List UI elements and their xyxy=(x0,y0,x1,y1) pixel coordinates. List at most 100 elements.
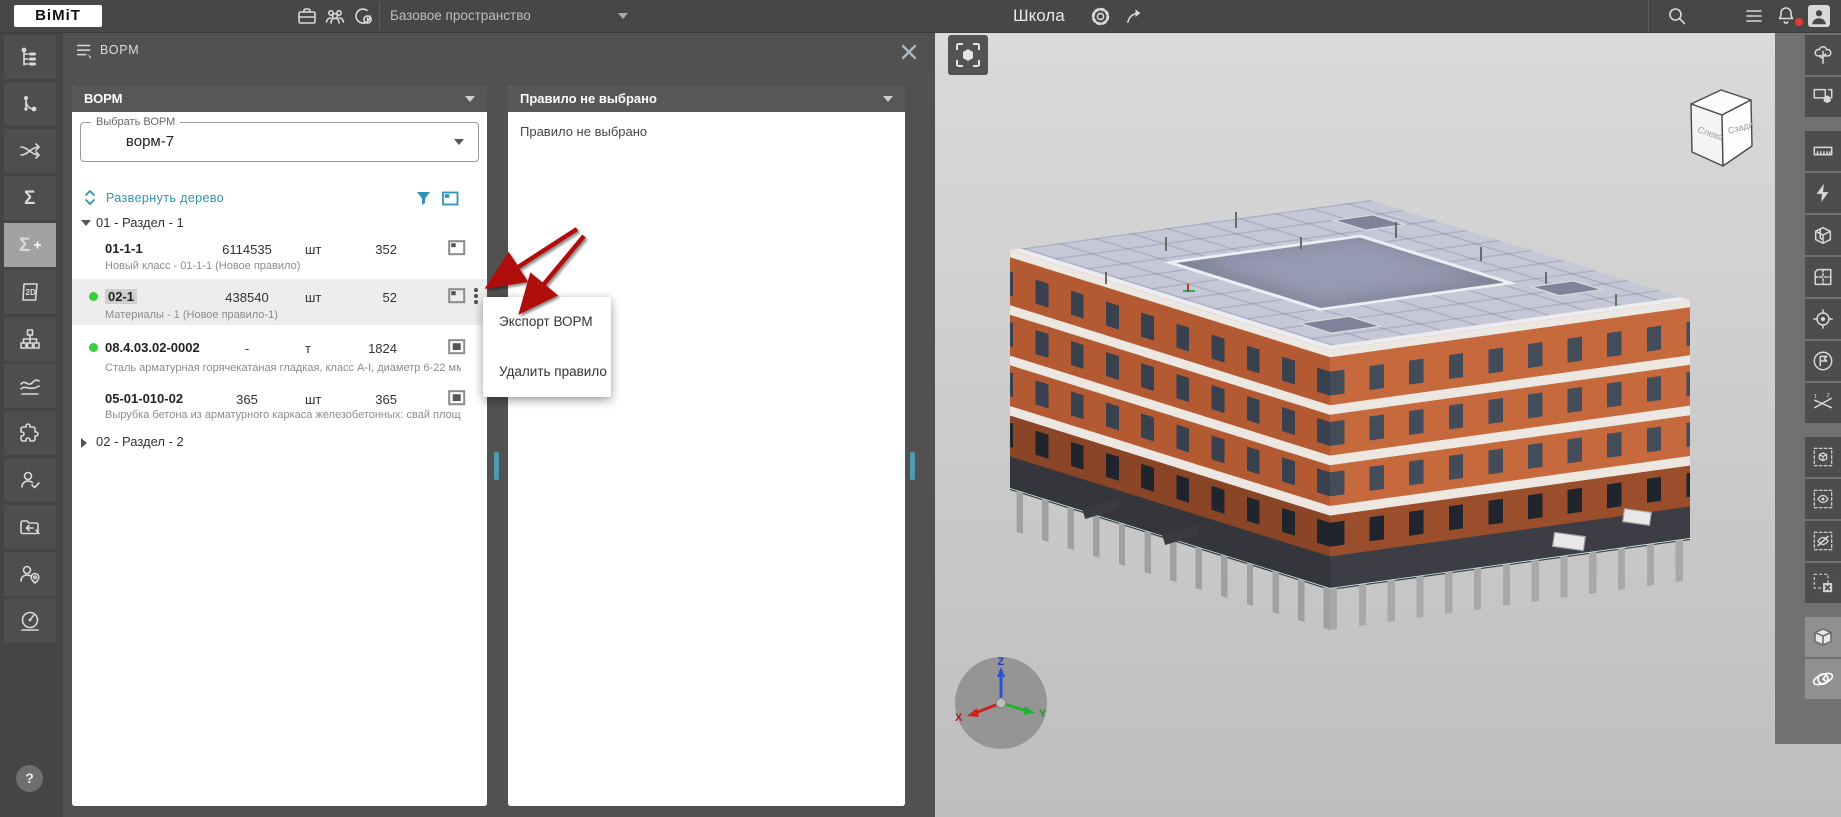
status-dot xyxy=(89,292,98,301)
user-location-icon[interactable] xyxy=(4,552,56,596)
bopm-window: ВОРМ ВОРМ Выбрать ВОРМ ворм-7 Развернуть… xyxy=(63,32,935,817)
3d-viewport[interactable]: Слева Сзади Z X Y xyxy=(935,32,1841,817)
menu-item-export-bopm[interactable]: Экспорт ВОРМ xyxy=(483,297,611,347)
frame-select-icon[interactable] xyxy=(442,191,459,206)
team-icon[interactable] xyxy=(323,4,347,28)
doc-2d-icon[interactable]: 2D xyxy=(4,270,56,314)
chevron-down-icon[interactable] xyxy=(883,96,893,102)
bopm-select-value: ворм-7 xyxy=(125,133,175,150)
left-toolbar: Σ Σ 2D ? xyxy=(0,32,63,817)
user-check-icon[interactable] xyxy=(4,458,56,502)
deselect-icon[interactable] xyxy=(1805,563,1841,603)
navigation-cube[interactable]: Слева Сзади xyxy=(1683,76,1763,176)
help-button[interactable]: ? xyxy=(16,765,43,792)
bopm-panel-body: Выбрать ВОРМ ворм-7 Развернуть дерево 01… xyxy=(72,112,487,806)
filter-icon[interactable] xyxy=(416,191,431,206)
focus-target-icon[interactable] xyxy=(1805,299,1841,339)
sum-add-icon[interactable]: Σ xyxy=(4,223,56,267)
org-chart-icon[interactable] xyxy=(4,317,56,361)
axis-x-label: X xyxy=(955,712,963,724)
menu-list-icon[interactable] xyxy=(1742,4,1766,28)
canopy xyxy=(1162,524,1200,546)
hide-eye-icon[interactable] xyxy=(1805,521,1841,561)
workspace-select[interactable]: Базовое пространство xyxy=(390,8,531,23)
caret-down-icon[interactable] xyxy=(618,13,628,19)
building-roof xyxy=(1010,200,1690,350)
svg-text:2: 2 xyxy=(1827,393,1830,399)
show-eye-icon[interactable] xyxy=(1805,479,1841,519)
scrollbar-thumb[interactable] xyxy=(910,452,915,480)
flash-icon[interactable] xyxy=(1805,173,1841,213)
version-icon[interactable] xyxy=(351,4,375,28)
row-qty: 52 xyxy=(382,290,397,305)
orbit-icon[interactable] xyxy=(1805,659,1841,699)
project-title: Школа xyxy=(1013,6,1065,25)
chevron-down-icon[interactable] xyxy=(454,139,464,145)
axis-y-label: Y xyxy=(1039,708,1047,720)
frame-filled-icon[interactable] xyxy=(448,390,466,406)
dashboard-gauge-icon[interactable] xyxy=(4,599,56,643)
capture-view-button[interactable] xyxy=(948,35,988,75)
rule-panel-header[interactable]: Правило не выбрано xyxy=(508,86,905,112)
flag-icon[interactable] xyxy=(1805,341,1841,381)
building-wall-right xyxy=(1330,300,1690,590)
share-icon[interactable] xyxy=(1124,5,1148,29)
tree-section[interactable]: 01 - Раздел - 1 xyxy=(96,215,184,230)
briefcase-icon[interactable] xyxy=(295,4,319,28)
stairs xyxy=(1552,531,1586,552)
connections-icon[interactable] xyxy=(4,82,56,126)
row-unit: шт xyxy=(305,290,322,305)
notifications-bell-icon[interactable] xyxy=(1774,4,1798,28)
row-desc: Сталь арматурная горячекатаная гладкая, … xyxy=(105,362,461,374)
model-tree-icon[interactable] xyxy=(4,35,56,79)
floorplan-icon[interactable] xyxy=(1805,257,1841,297)
svg-text:Σ: Σ xyxy=(24,188,35,209)
topbar-divider-2 xyxy=(1648,0,1649,32)
frame-filled-icon[interactable] xyxy=(448,339,466,355)
row-code-highlight: 02-1 xyxy=(105,289,138,304)
svg-text:1: 1 xyxy=(1814,394,1817,400)
row-menu-kebab-icon[interactable] xyxy=(474,288,478,306)
frame-corner-icon[interactable] xyxy=(448,240,466,256)
row-desc: Вырубка бетона из арматурного каркаса же… xyxy=(105,409,461,421)
trends-icon[interactable] xyxy=(4,364,56,408)
view-cube-icon[interactable] xyxy=(1805,617,1841,657)
panel-menu-icon[interactable] xyxy=(74,40,98,64)
search-icon[interactable] xyxy=(1665,4,1689,28)
frame-corner-icon[interactable] xyxy=(448,288,466,304)
bopm-panel-header[interactable]: ВОРМ xyxy=(72,86,487,112)
bopm-select[interactable]: Выбрать ВОРМ ворм-7 xyxy=(80,116,479,162)
row-code: 01-1-1 xyxy=(105,241,143,256)
plugins-icon[interactable] xyxy=(4,411,56,455)
building-piles-right xyxy=(1330,538,1690,630)
select-objects-icon[interactable] xyxy=(1805,77,1841,117)
match-icon[interactable] xyxy=(4,129,56,173)
chevron-down-icon[interactable] xyxy=(465,96,475,102)
settings-gear-icon[interactable] xyxy=(1089,5,1113,29)
isolate-cube-icon[interactable] xyxy=(1805,437,1841,477)
section-box-icon[interactable] xyxy=(1805,215,1841,255)
expand-collapse-icon[interactable] xyxy=(82,189,98,206)
folder-export-icon[interactable] xyxy=(4,505,56,549)
close-icon[interactable] xyxy=(899,42,919,62)
axes-grid-icon[interactable]: 21 xyxy=(1805,383,1841,423)
environment-tree-icon[interactable] xyxy=(1805,35,1841,75)
tree-section[interactable]: 02 - Раздел - 2 xyxy=(96,434,184,449)
user-avatar[interactable] xyxy=(1808,5,1830,27)
row-unit: шт xyxy=(305,242,322,257)
row-qty: 1824 xyxy=(368,341,397,356)
app-window: BiMiT Базовое пространство Школа Σ Σ 2D … xyxy=(0,0,1841,817)
canopy xyxy=(1082,498,1120,520)
ruler-icon[interactable] xyxy=(1805,131,1841,171)
expand-tree-link[interactable]: Развернуть дерево xyxy=(106,191,224,205)
axis-gizmo[interactable]: Z X Y xyxy=(953,655,1049,751)
tree-caret-open[interactable] xyxy=(81,220,91,226)
scrollbar-thumb[interactable] xyxy=(494,452,499,480)
row-unit: т xyxy=(305,341,311,356)
tree-caret-closed[interactable] xyxy=(81,438,87,448)
menu-item-delete-rule[interactable]: Удалить правило xyxy=(483,347,611,397)
app-logo[interactable]: BiMiT xyxy=(14,5,102,27)
svg-text:2D: 2D xyxy=(26,288,36,297)
sum-icon[interactable]: Σ xyxy=(4,176,56,220)
row-code: 05-01-010-02 xyxy=(105,391,184,406)
